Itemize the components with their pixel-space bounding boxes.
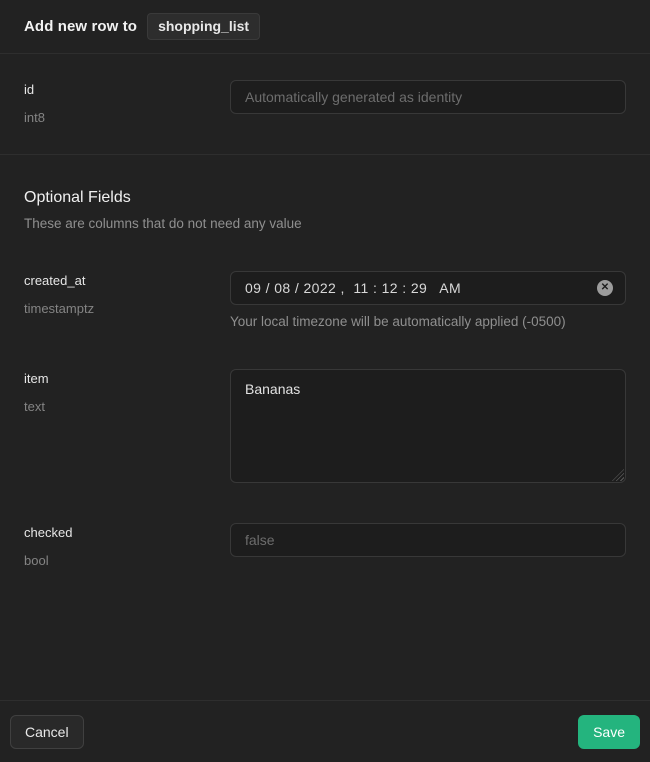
field-row-item: item text Bananas — [24, 369, 626, 483]
optional-fields-section: Optional Fields These are columns that d… — [0, 155, 650, 569]
field-type-id: int8 — [24, 111, 230, 125]
optional-fields-title: Optional Fields — [24, 189, 626, 207]
field-control-col — [230, 80, 626, 114]
field-control-col — [230, 523, 626, 557]
field-control-col: Bananas — [230, 369, 626, 483]
field-type-item: text — [24, 400, 230, 414]
add-row-panel: Add new row to shopping_list id int8 Opt… — [0, 0, 650, 762]
id-input[interactable] — [230, 80, 626, 114]
field-name-checked: checked — [24, 526, 230, 540]
panel-title: Add new row to — [24, 18, 137, 35]
field-row-id: id int8 — [24, 80, 626, 126]
clear-datetime-icon[interactable]: ✕ — [597, 280, 613, 296]
field-label-col: id int8 — [24, 80, 230, 126]
item-textarea-wrap: Bananas — [230, 369, 626, 483]
field-row-checked: checked bool — [24, 523, 626, 569]
field-label-col: checked bool — [24, 523, 230, 569]
field-name-item: item — [24, 372, 230, 386]
field-label-col: item text — [24, 369, 230, 415]
panel-header: Add new row to shopping_list — [0, 0, 650, 54]
field-name-id: id — [24, 83, 230, 97]
timezone-helper-text: Your local timezone will be automaticall… — [230, 314, 626, 329]
cancel-button[interactable]: Cancel — [10, 715, 84, 749]
item-textarea[interactable]: Bananas — [230, 369, 626, 483]
field-type-created-at: timestamptz — [24, 302, 230, 316]
field-type-checked: bool — [24, 554, 230, 568]
field-name-created-at: created_at — [24, 274, 230, 288]
required-fields-section: id int8 — [0, 54, 650, 155]
field-label-col: created_at timestamptz — [24, 271, 230, 317]
field-control-col: 09 / 08 / 2022 , 11 : 12 : 29 AM ✕ Your … — [230, 271, 626, 329]
created-at-value[interactable]: 09 / 08 / 2022 , 11 : 12 : 29 AM — [245, 280, 461, 296]
optional-fields-subtitle: These are columns that do not need any v… — [24, 216, 626, 231]
save-button[interactable]: Save — [578, 715, 640, 749]
checked-input[interactable] — [230, 523, 626, 557]
panel-footer: Cancel Save — [0, 700, 650, 762]
field-row-created-at: created_at timestamptz 09 / 08 / 2022 , … — [24, 271, 626, 329]
created-at-datetime-input[interactable]: 09 / 08 / 2022 , 11 : 12 : 29 AM ✕ — [230, 271, 626, 305]
table-name-badge: shopping_list — [147, 13, 260, 40]
